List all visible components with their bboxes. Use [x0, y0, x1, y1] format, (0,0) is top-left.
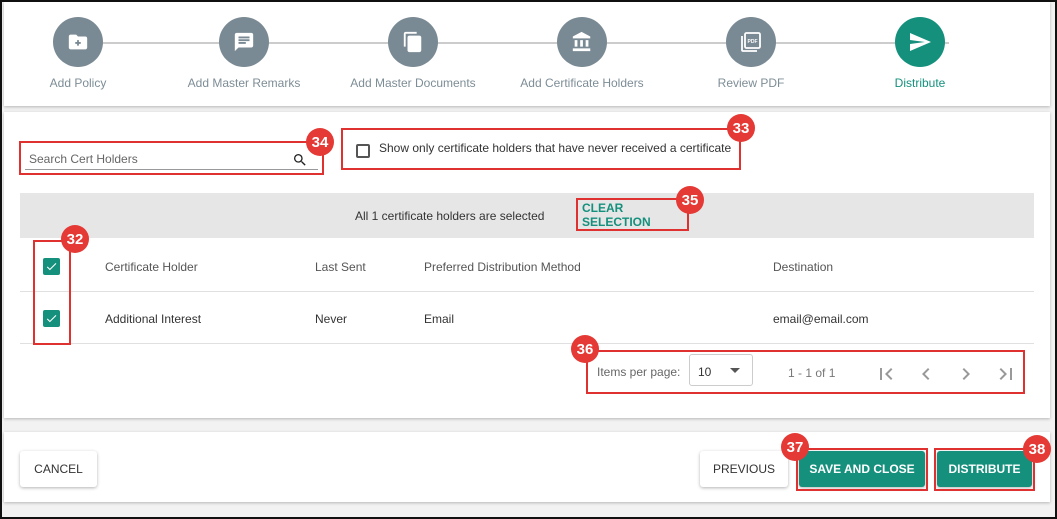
annotation-badge-35: 35	[676, 186, 704, 214]
next-page-icon[interactable]	[954, 362, 978, 386]
row-checkbox[interactable]	[43, 310, 60, 327]
items-per-page-label: Items per page:	[597, 365, 681, 379]
cell-distribution-method: Email	[424, 312, 455, 326]
documents-icon	[388, 17, 438, 67]
cell-destination: email@email.com	[773, 312, 869, 326]
annotation-badge-37: 37	[781, 433, 809, 461]
step-distribute[interactable]: Distribute	[820, 17, 1020, 90]
never-received-label: Show only certificate holders that have …	[379, 141, 732, 155]
table-header: Certificate Holder Last Sent Preferred D…	[20, 240, 1034, 292]
range-label: 1 - 1 of 1	[788, 366, 836, 380]
header-distribution-method[interactable]: Preferred Distribution Method	[424, 260, 581, 274]
search-input[interactable]	[29, 152, 279, 166]
never-received-filter[interactable]: Show only certificate holders that have …	[341, 128, 741, 170]
check-icon	[46, 263, 57, 271]
bank-icon	[557, 17, 607, 67]
cell-certificate-holder: Additional Interest	[105, 312, 202, 326]
cancel-button[interactable]: CANCEL	[20, 451, 97, 487]
table-row[interactable]: Additional Interest Never Email email@em…	[20, 292, 1034, 344]
stepper: Add Policy Add Master Remarks Add Master…	[4, 2, 1050, 106]
selection-banner: All 1 certificate holders are selected C…	[20, 193, 1034, 238]
annotation-badge-36: 36	[571, 335, 599, 363]
chevron-down-icon	[730, 368, 740, 373]
annotation-badge-32: 32	[61, 225, 89, 253]
save-and-close-button[interactable]: SAVE AND CLOSE	[799, 451, 925, 487]
annotation-badge-33: 33	[727, 114, 755, 142]
comment-icon	[219, 17, 269, 67]
previous-page-icon[interactable]	[914, 362, 938, 386]
cell-last-sent: Never	[315, 312, 348, 326]
items-per-page-select[interactable]: 10	[689, 354, 753, 386]
never-received-checkbox[interactable]	[356, 144, 370, 158]
paginator: Items per page: 10 1 - 1 of 1	[586, 350, 1025, 394]
distribute-button[interactable]: DISTRIBUTE	[937, 451, 1032, 487]
header-destination[interactable]: Destination	[773, 260, 833, 274]
clear-selection-button[interactable]: CLEAR SELECTION	[576, 198, 689, 231]
folder-plus-icon	[53, 17, 103, 67]
previous-button[interactable]: PREVIOUS	[700, 451, 788, 487]
pdf-icon: PDF	[726, 17, 776, 67]
last-page-icon[interactable]	[994, 362, 1018, 386]
header-certificate-holder[interactable]: Certificate Holder	[105, 260, 198, 274]
items-per-page-value: 10	[698, 365, 712, 379]
select-all-checkbox[interactable]	[43, 258, 60, 275]
step-label: Distribute	[894, 76, 946, 90]
first-page-icon[interactable]	[874, 362, 898, 386]
send-icon	[895, 17, 945, 67]
annotation-badge-34: 34	[306, 128, 334, 156]
svg-text:PDF: PDF	[748, 39, 758, 45]
header-last-sent[interactable]: Last Sent	[315, 260, 366, 274]
selection-count-text: All 1 certificate holders are selected	[355, 209, 545, 223]
check-icon	[46, 315, 57, 323]
search-underline	[25, 146, 318, 170]
search-icon[interactable]	[292, 152, 308, 168]
annotation-badge-38: 38	[1023, 435, 1051, 463]
search-field[interactable]	[19, 141, 324, 175]
